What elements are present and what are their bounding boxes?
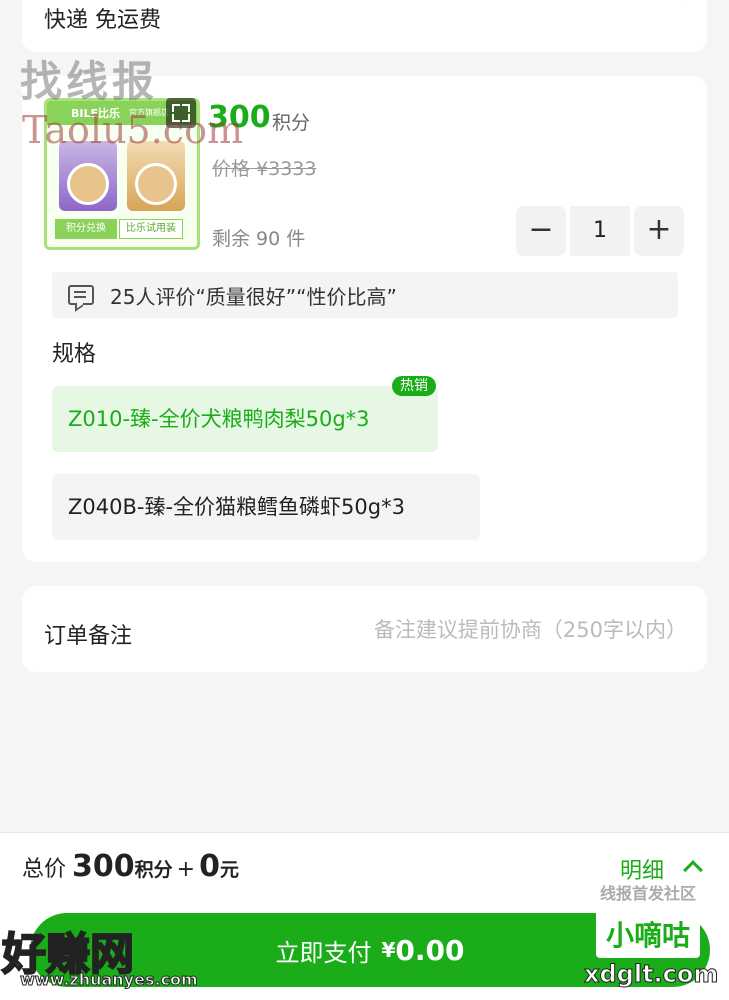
delivery-text: 快递 免运费 bbox=[44, 8, 161, 33]
review-text: 25人评价“质量很好”“性价比高” bbox=[110, 285, 397, 309]
thumbnail-store: 官方旗舰店 bbox=[129, 108, 169, 117]
total-points: 300 bbox=[72, 849, 135, 884]
pay-amount: 0.00 bbox=[395, 933, 465, 967]
pay-now-button[interactable]: 立即支付 ¥ 0.00 bbox=[30, 913, 710, 987]
thumbnail-tag-trial: 比乐试用装 bbox=[119, 219, 183, 239]
checkout-bar: 总价 300 积分 + 0 元 明细 立即支付 ¥ 0.00 bbox=[0, 832, 729, 1000]
food-image bbox=[67, 163, 109, 205]
spec-option-selected[interactable]: Z010-臻-全价犬粮鸭肉梨50g*3 bbox=[52, 386, 438, 452]
pay-label: 立即支付 bbox=[275, 938, 372, 967]
thumbnail-tag-exchange: 积分兑换 bbox=[55, 219, 117, 239]
expand-icon[interactable] bbox=[166, 98, 196, 128]
review-summary[interactable]: 25人评价“质量很好”“性价比高” bbox=[52, 272, 678, 318]
chevron-up-icon[interactable] bbox=[683, 860, 703, 880]
pay-currency: ¥ bbox=[381, 938, 396, 962]
points-unit: 积分 bbox=[272, 112, 311, 134]
spec-heading: 规格 bbox=[52, 342, 97, 367]
delivery-card[interactable]: 快递 免运费 bbox=[22, 0, 707, 52]
food-image bbox=[135, 163, 177, 205]
total-label: 总价 bbox=[22, 857, 67, 882]
order-notes-card: 订单备注 bbox=[22, 586, 707, 672]
total-cash: 0 bbox=[199, 849, 220, 884]
decrease-button[interactable]: − bbox=[516, 206, 566, 256]
notes-label: 订单备注 bbox=[44, 624, 133, 649]
total-points-unit: 积分 bbox=[134, 859, 173, 881]
hot-badge: 热销 bbox=[392, 376, 436, 396]
price-detail-button[interactable]: 明细 bbox=[620, 853, 664, 885]
quantity-value[interactable]: 1 bbox=[570, 206, 630, 256]
total-cash-unit: 元 bbox=[219, 859, 239, 881]
quantity-stepper: − 1 + bbox=[516, 206, 684, 256]
spec-option[interactable]: Z040B-臻-全价猫粮鳕鱼磷虾50g*3 bbox=[52, 474, 480, 540]
checkout-page: 快递 免运费 BILE比乐 官方旗舰店 积分兑换 比乐试用装 300 积分 价格… bbox=[0, 0, 729, 1000]
points-price: 300 bbox=[208, 100, 271, 135]
original-price: 价格 ¥3333 bbox=[212, 158, 317, 180]
total-plus: + bbox=[176, 857, 196, 882]
notes-input[interactable] bbox=[272, 606, 687, 654]
stock-remaining: 剩余 90 件 bbox=[212, 228, 306, 250]
thumbnail-brand: BILE比乐 bbox=[71, 107, 121, 120]
total-price: 总价 300 积分 + 0 元 bbox=[22, 849, 239, 889]
product-card: BILE比乐 官方旗舰店 积分兑换 比乐试用装 300 积分 价格 ¥3333 … bbox=[22, 76, 707, 562]
increase-button[interactable]: + bbox=[634, 206, 684, 256]
comment-icon bbox=[68, 285, 94, 305]
